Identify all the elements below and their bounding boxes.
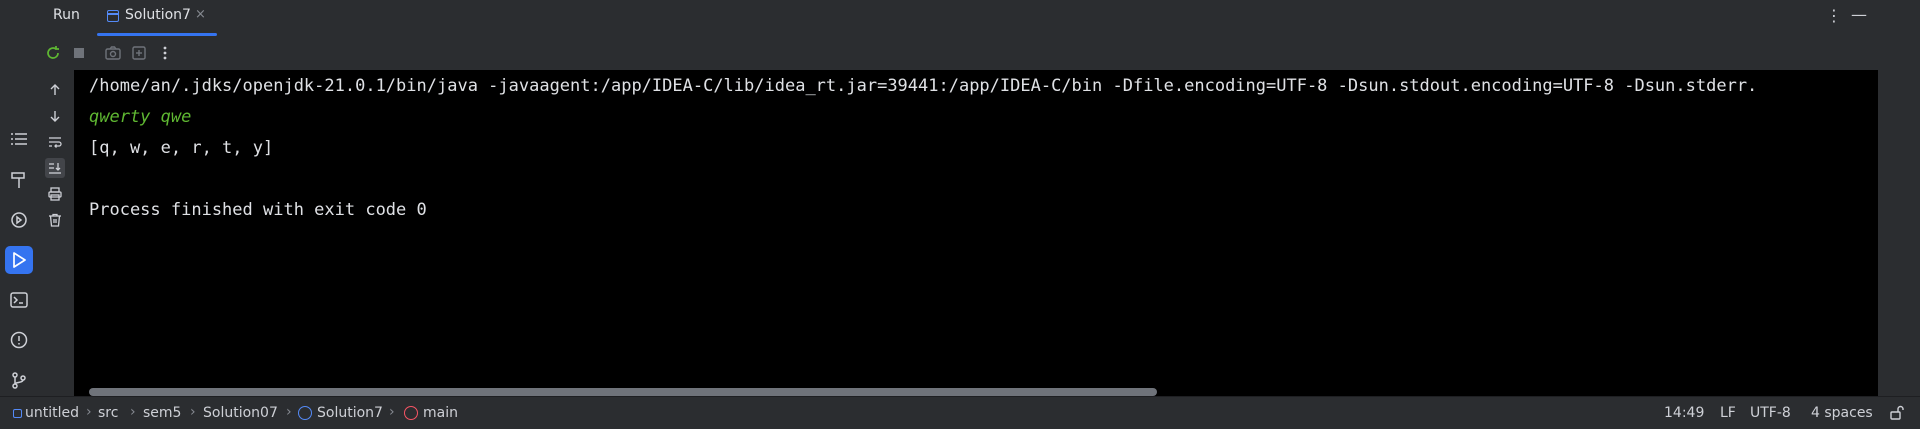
hammer-icon (11, 172, 25, 188)
line-separator[interactable]: LF (1720, 405, 1736, 421)
camera-icon (105, 46, 121, 60)
class-icon (298, 406, 312, 420)
breadcrumb-project[interactable]: untitled (25, 405, 79, 421)
print-button[interactable] (45, 184, 65, 204)
breadcrumb-package[interactable]: Solution07 (203, 405, 278, 421)
console-line: Process finished with exit code 0 (89, 200, 427, 220)
stop-button[interactable] (70, 44, 88, 62)
more-actions-button[interactable] (156, 44, 174, 62)
close-tab-icon[interactable]: × (195, 7, 206, 22)
structure-tool-button[interactable] (5, 126, 33, 154)
more-vertical-icon (163, 46, 167, 60)
minimize-button[interactable]: — (1851, 5, 1867, 24)
breadcrumb-sem5[interactable]: sem5 (143, 405, 181, 421)
status-bar: untitled › src › sem5 › Solution07 › Sol… (0, 396, 1920, 429)
up-stack-button[interactable] (45, 80, 65, 100)
build-tool-button[interactable] (5, 166, 33, 194)
terminal-icon (10, 292, 28, 308)
tool-window-title: Run (53, 7, 80, 23)
services-icon (11, 212, 27, 228)
problems-tool-button[interactable] (5, 326, 33, 354)
console-side-toolbar (38, 70, 74, 396)
print-icon (48, 187, 62, 201)
breadcrumb-class[interactable]: Solution7 (317, 405, 383, 421)
indent-setting[interactable]: 4 spaces (1811, 405, 1873, 421)
stop-icon (74, 48, 84, 58)
clear-all-button[interactable] (45, 210, 65, 230)
git-branch-icon (12, 372, 26, 389)
rerun-button[interactable] (44, 44, 62, 62)
breadcrumb-separator: › (286, 404, 292, 420)
soft-wrap-button[interactable] (45, 132, 65, 152)
tab-solution7[interactable]: Solution7 × (97, 0, 217, 36)
services-tool-button[interactable] (5, 206, 33, 234)
down-stack-button[interactable] (45, 106, 65, 126)
right-tool-stripe (1878, 70, 1920, 396)
scroll-to-end-button[interactable] (45, 158, 65, 178)
rerun-icon (47, 46, 59, 59)
screenshot-button[interactable] (104, 44, 122, 62)
soft-wrap-icon (49, 137, 62, 148)
tab-label: Solution7 (125, 7, 191, 23)
terminal-tool-button[interactable] (5, 286, 33, 314)
breadcrumb-separator: › (190, 404, 196, 420)
method-icon (404, 406, 418, 420)
console-input-line: qwerty qwe (89, 107, 192, 127)
breadcrumb-separator: › (389, 404, 395, 420)
tool-window-header: Run Solution7 × ⋮ — (0, 0, 1920, 36)
caret-position[interactable]: 14:49 (1664, 405, 1704, 421)
trash-icon (49, 213, 61, 227)
breadcrumb-separator: › (130, 404, 136, 420)
horizontal-scrollbar[interactable] (89, 388, 1157, 396)
console-line: /home/an/.jdks/openjdk-21.0.1/bin/java -… (89, 76, 1758, 96)
run-tool-button[interactable] (5, 246, 33, 274)
breadcrumb-separator: › (86, 404, 92, 420)
arrow-up-icon (50, 84, 60, 95)
console-line: [q, w, e, r, t, y] (89, 138, 274, 158)
file-encoding[interactable]: UTF-8 (1750, 405, 1791, 421)
breadcrumb-src[interactable]: src (98, 405, 118, 421)
console-output[interactable]: /home/an/.jdks/openjdk-21.0.1/bin/java -… (74, 70, 1878, 396)
module-icon (13, 409, 22, 418)
problems-icon (10, 331, 28, 349)
arrow-down-icon (50, 111, 60, 122)
layout-icon (132, 46, 146, 60)
restore-layout-button[interactable] (130, 44, 148, 62)
left-tool-stripe (0, 36, 38, 396)
lock-icon[interactable] (1889, 405, 1905, 425)
more-options-icon[interactable]: ⋮ (1826, 6, 1842, 25)
run-config-icon (107, 10, 119, 22)
run-toolbar (38, 36, 1920, 70)
breadcrumb-method[interactable]: main (423, 405, 458, 421)
git-tool-button[interactable] (5, 366, 33, 394)
structure-icon (11, 133, 27, 145)
run-icon (13, 252, 26, 268)
scroll-to-end-icon (49, 163, 61, 174)
